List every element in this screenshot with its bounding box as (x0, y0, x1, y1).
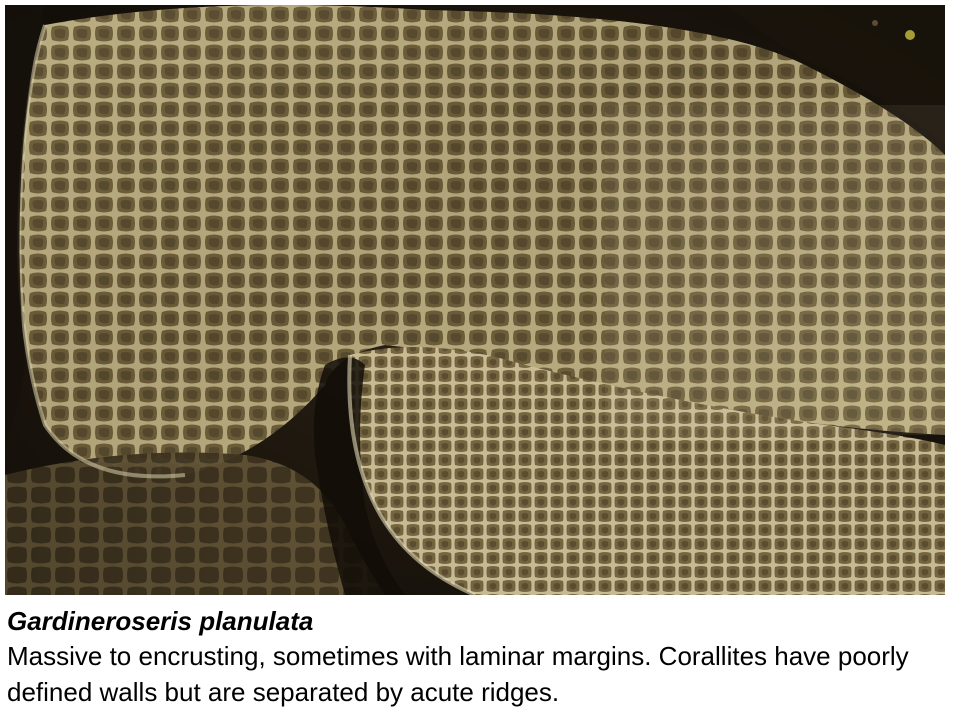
species-description: Massive to encrusting, sometimes with la… (7, 641, 909, 707)
coral-photograph (5, 5, 945, 595)
species-name: Gardineroseris planulata (7, 606, 314, 636)
coral-image (5, 5, 945, 595)
caption: Gardineroseris planulata Massive to encr… (7, 604, 947, 710)
